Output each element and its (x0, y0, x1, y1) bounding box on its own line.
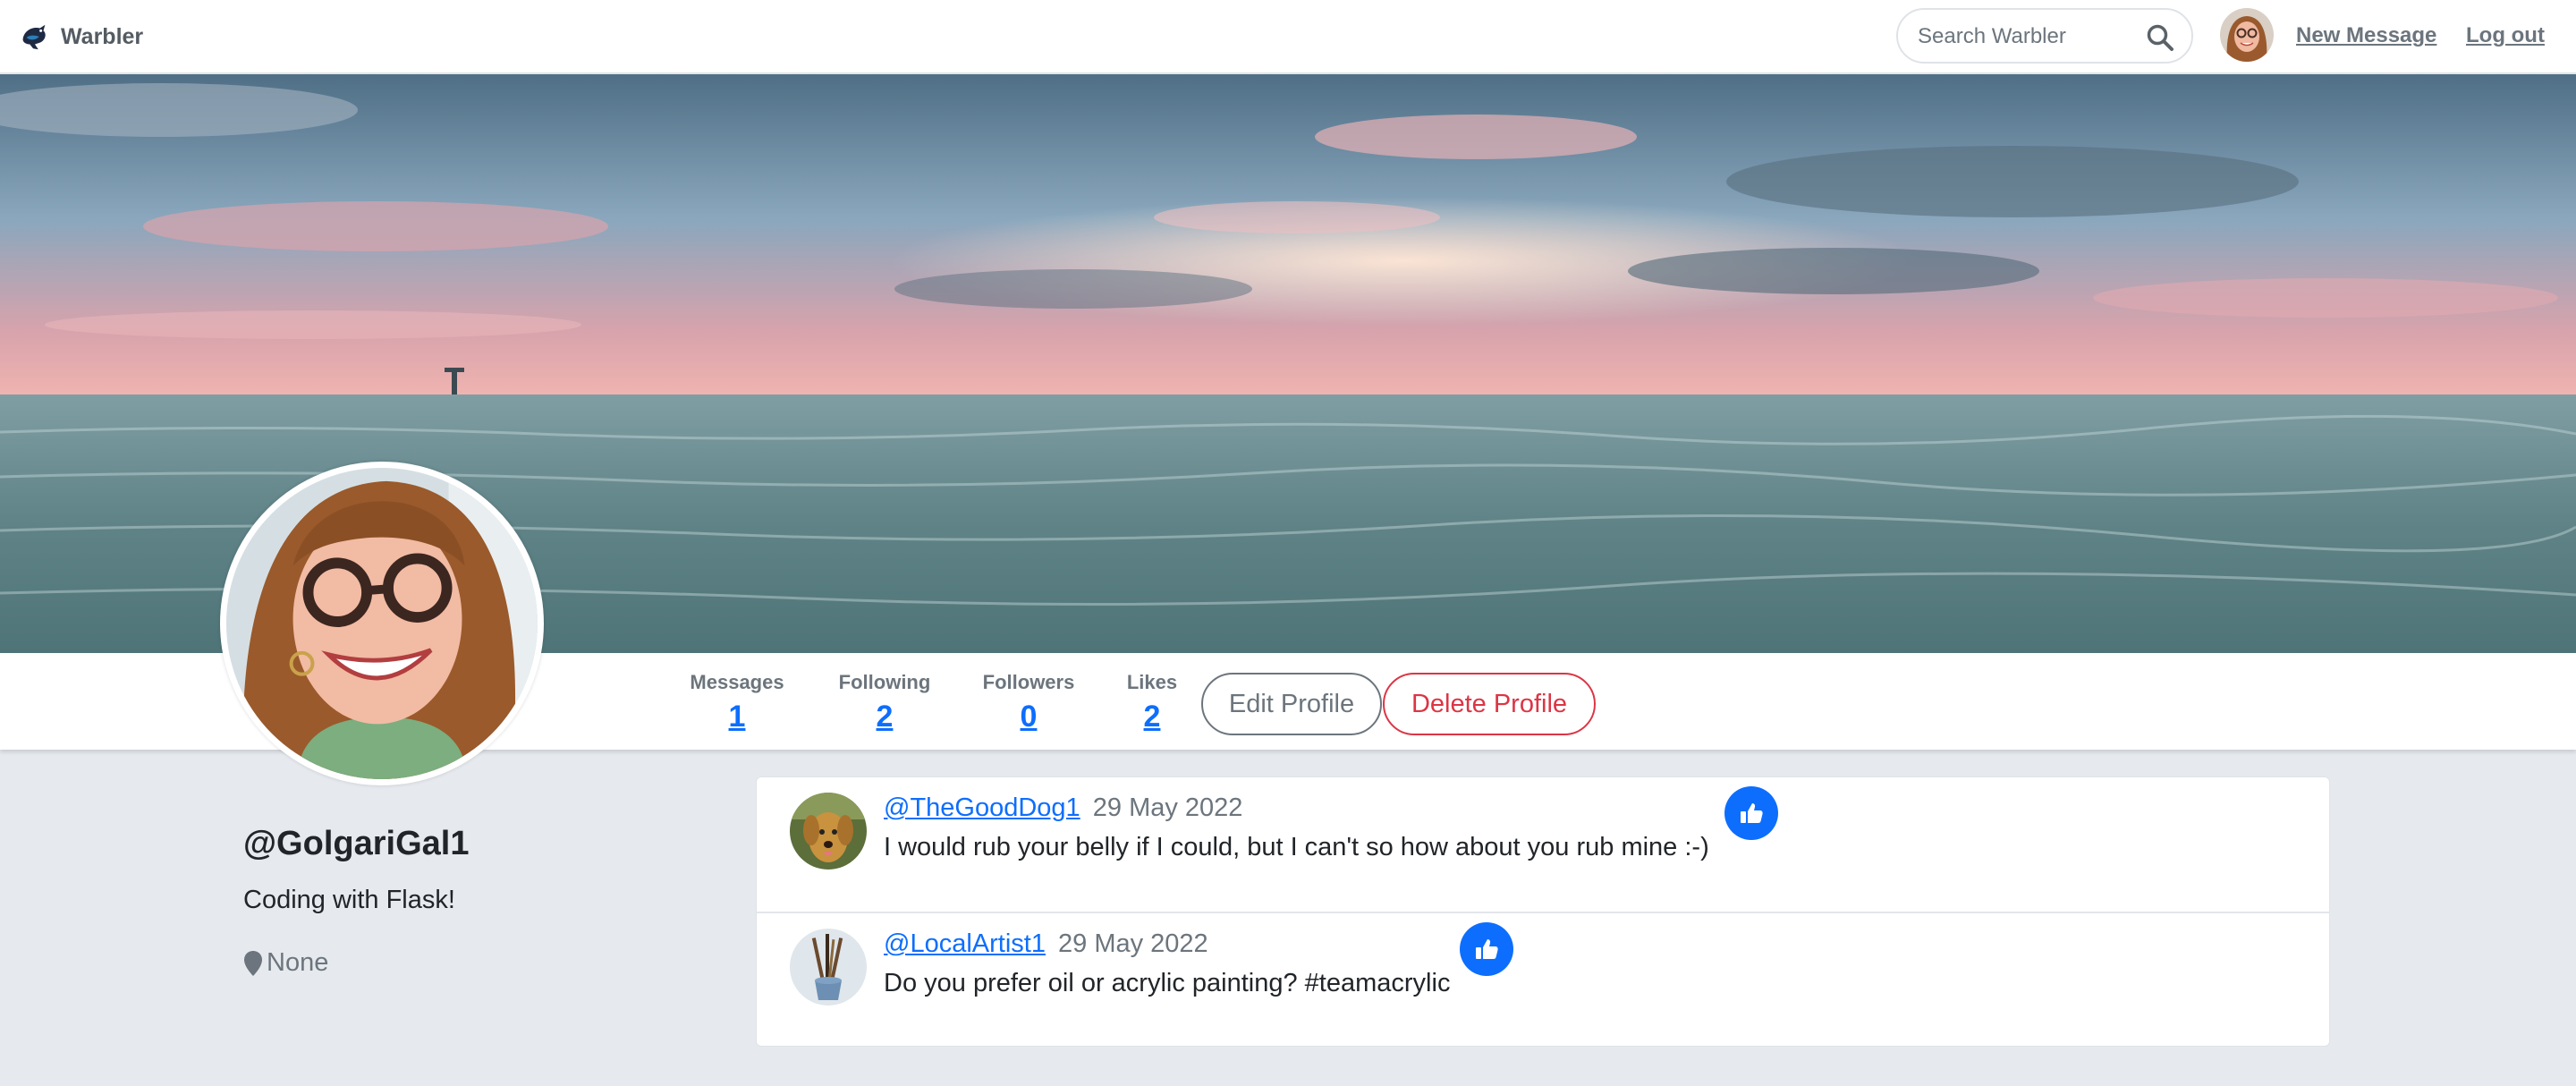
brand-name: Warbler (61, 23, 144, 49)
stat-messages: Messages 1 (687, 671, 787, 734)
delete-profile-button[interactable]: Delete Profile (1383, 673, 1596, 735)
search-form (1896, 8, 2193, 64)
brand-link[interactable]: Warbler (18, 16, 143, 57)
message-author-avatar[interactable] (790, 929, 867, 1005)
profile-location: None (243, 948, 328, 978)
current-user-avatar[interactable] (2220, 8, 2274, 62)
stat-following-value[interactable]: 2 (835, 700, 934, 734)
stat-likes: Likes 2 (1123, 671, 1181, 734)
stat-following: Following 2 (835, 671, 934, 734)
message-author-link[interactable]: @TheGoodDog1 (884, 793, 1080, 822)
stat-followers-label: Followers (982, 671, 1075, 693)
stat-messages-value[interactable]: 1 (687, 700, 787, 734)
message-text: Do you prefer oil or acrylic painting? #… (884, 969, 1451, 997)
message-item[interactable]: @LocalArtist1 29 May 2022 Do you prefer … (757, 912, 2329, 1046)
thumbs-up-icon (1476, 939, 1498, 959)
message-header: @LocalArtist1 29 May 2022 (884, 929, 1208, 959)
navbar: Warbler New Message Log out (0, 0, 2576, 73)
message-item[interactable]: @TheGoodDog1 29 May 2022 I would rub you… (757, 777, 2329, 912)
map-marker-icon (244, 950, 262, 976)
message-date: 29 May 2022 (1058, 929, 1208, 958)
profile-bio: Coding with Flask! (243, 886, 455, 914)
stat-followers: Followers 0 (980, 671, 1077, 734)
search-input[interactable] (1918, 21, 2141, 53)
edit-profile-button[interactable]: Edit Profile (1201, 673, 1382, 735)
stat-messages-label: Messages (690, 671, 784, 693)
messages-list: @TheGoodDog1 29 May 2022 I would rub you… (756, 776, 2330, 1047)
message-header: @TheGoodDog1 29 May 2022 (884, 793, 1242, 823)
stat-followers-value[interactable]: 0 (980, 700, 1077, 734)
new-message-link[interactable]: New Message (2296, 23, 2436, 48)
profile-location-text: None (267, 948, 329, 977)
like-button[interactable] (1724, 786, 1778, 840)
stat-likes-label: Likes (1126, 671, 1178, 693)
search-icon[interactable] (2145, 22, 2175, 53)
thumbs-up-icon (1741, 803, 1763, 823)
warbler-bird-icon (22, 24, 46, 50)
logout-link[interactable]: Log out (2466, 23, 2545, 48)
stat-following-label: Following (838, 671, 931, 693)
stat-likes-value[interactable]: 2 (1123, 700, 1181, 734)
like-button[interactable] (1460, 922, 1513, 976)
message-date: 29 May 2022 (1092, 793, 1243, 822)
message-author-avatar[interactable] (790, 793, 867, 870)
message-author-link[interactable]: @LocalArtist1 (884, 929, 1046, 958)
message-text: I would rub your belly if I could, but I… (884, 833, 1709, 861)
profile-username: @GolgariGal1 (243, 825, 470, 862)
profile-avatar (220, 462, 544, 785)
